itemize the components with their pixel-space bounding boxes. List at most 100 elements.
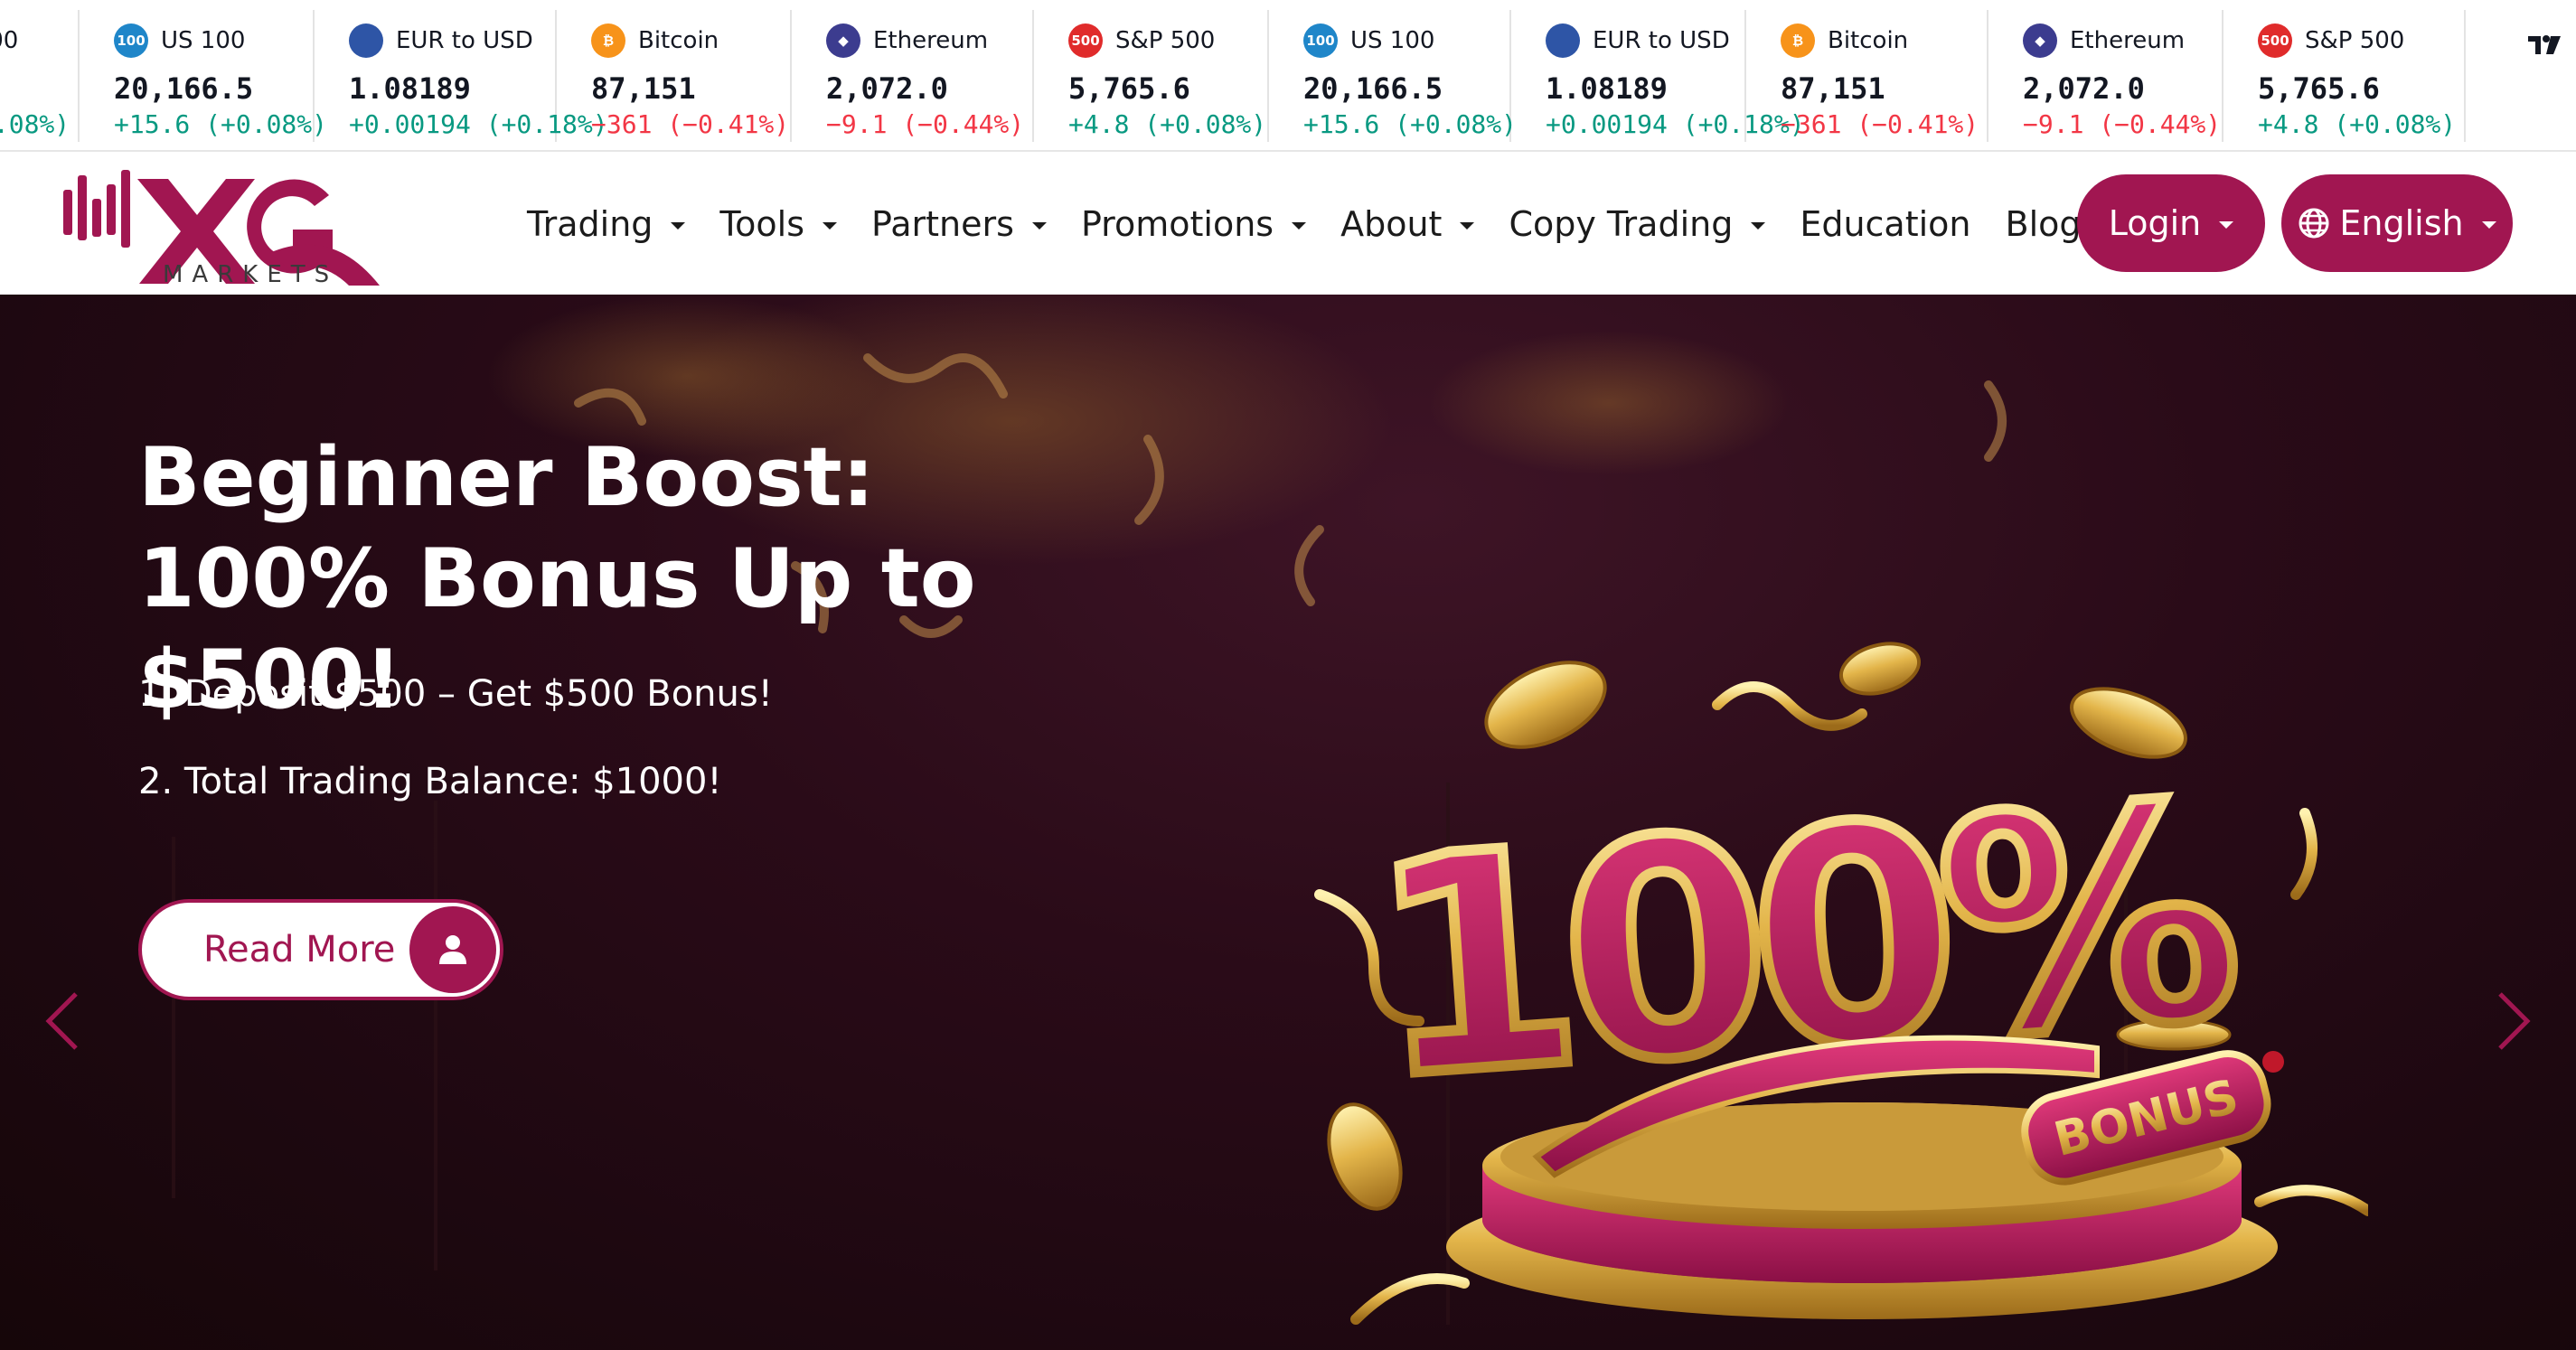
chevron-down-icon: [1751, 222, 1766, 230]
ticker-change: +4.8 (+0.08%): [2258, 109, 2457, 139]
nav-item-label: Tools: [719, 204, 805, 244]
nav-item-label: Blog: [2005, 204, 2082, 244]
sp500-icon: 500: [2258, 23, 2292, 58]
ticker-price: 2,072.0: [2023, 71, 2145, 106]
nav-item-label: About: [1340, 204, 1443, 244]
ticker-symbol-name: Ethereum: [2070, 27, 2186, 54]
ticker-symbol-name: S&P 500: [2305, 27, 2405, 54]
nav-item-trading[interactable]: Trading: [527, 204, 686, 244]
ticker-symbol-name: US 100: [161, 27, 246, 54]
ticker-item[interactable]: 100 US 100 20,166.5 +15.6 (+0.08%): [80, 10, 327, 142]
eur-usd-flag-icon: [1546, 23, 1580, 58]
language-label: English: [2339, 203, 2464, 243]
ticker-symbol-name: S&P 500: [0, 27, 19, 54]
ticker-price: 5,765.6: [2258, 71, 2380, 106]
ticker-change: +4.8 (+0.08%): [1068, 109, 1267, 139]
ticker-item-header: ◆ Ethereum: [2023, 23, 2222, 59]
ticker-item-header: 500 S&P 500: [2258, 23, 2464, 59]
ticker-item[interactable]: ◆ Ethereum 2,072.0 −9.1 (−0.44%): [792, 10, 1034, 142]
globe-icon: [2298, 207, 2330, 239]
ticker-track: 500S&P 5005,765.6+4.8 (+0.08%)100US 1002…: [0, 0, 2466, 150]
chevron-down-icon: [1292, 222, 1307, 230]
ticker-symbol-name: Ethereum: [873, 27, 989, 54]
ticker-item-header: ₿ Bitcoin: [1781, 23, 1987, 59]
market-ticker: 500S&P 5005,765.6+4.8 (+0.08%)100US 1002…: [0, 0, 2576, 152]
eur-usd-flag-icon: [349, 23, 383, 58]
ticker-price: 2,072.0: [826, 71, 948, 106]
nav-item-label: Trading: [527, 204, 653, 244]
xg-markets-logo[interactable]: MARKETS: [61, 163, 387, 294]
ticker-change: +4.8 (+0.08%): [0, 109, 71, 139]
ticker-change: +0.00194 (+0.18%): [1546, 109, 1805, 139]
read-more-button[interactable]: Read More: [138, 899, 503, 1000]
nav-item-label: Education: [1800, 204, 1971, 244]
logo-subtext: MARKETS: [163, 261, 338, 288]
nav-item-partners[interactable]: Partners: [871, 204, 1047, 244]
hero-step-1: 1. Deposit $500 – Get $500 Bonus!: [138, 673, 773, 715]
chevron-down-icon: [2481, 221, 2496, 229]
ticker-item-header: 100 US 100: [1303, 23, 1509, 59]
bonus-promo-artwork: 100% BONUS: [1302, 623, 2374, 1350]
ticker-item-header: ◆ Ethereum: [826, 23, 1032, 59]
bitcoin-icon: ₿: [1781, 23, 1815, 58]
ticker-price: 87,151: [591, 71, 696, 106]
carousel-next-arrow[interactable]: [2486, 985, 2540, 1057]
ethereum-icon: ◆: [826, 23, 860, 58]
nav-item-education[interactable]: Education: [1800, 204, 1970, 244]
ticker-symbol-name: EUR to USD: [1593, 27, 1730, 54]
ticker-change: −361 (−0.41%): [1781, 109, 1979, 139]
ticker-symbol-name: S&P 500: [1115, 27, 1216, 54]
nav-item-copy-trading[interactable]: Copy Trading: [1509, 204, 1766, 244]
us100-icon: 100: [1303, 23, 1338, 58]
chevron-down-icon: [671, 222, 686, 230]
ticker-item[interactable]: ₿ Bitcoin 87,151 −361 (−0.41%): [1746, 10, 1988, 142]
ticker-symbol-name: US 100: [1350, 27, 1435, 54]
nav-item-about[interactable]: About: [1340, 204, 1475, 244]
nav-item-promotions[interactable]: Promotions: [1080, 204, 1307, 244]
user-icon: [409, 906, 496, 993]
ticker-item[interactable]: EUR to USD 1.08189 +0.00194 (+0.18%): [315, 10, 608, 142]
nav-item-label: Promotions: [1080, 204, 1274, 244]
us100-icon: 100: [114, 23, 148, 58]
language-selector[interactable]: English: [2281, 174, 2513, 272]
ticker-item-header: 500S&P 500: [0, 23, 78, 59]
chevron-down-icon: [2219, 221, 2234, 229]
ticker-item-header: EUR to USD: [1546, 23, 1744, 59]
ticker-change: +0.00194 (+0.18%): [349, 109, 608, 139]
ticker-item[interactable]: 500S&P 500 5,765.6+4.8 (+0.08%): [0, 10, 80, 142]
ticker-price: 1.08189: [1546, 71, 1668, 106]
chevron-down-icon: [1460, 222, 1475, 230]
tradingview-icon[interactable]: [2513, 0, 2576, 90]
ticker-price: 1.08189: [349, 71, 471, 106]
nav-item-tools[interactable]: Tools: [719, 204, 838, 244]
ticker-price: 20,166.5: [114, 71, 254, 106]
ticker-change: −9.1 (−0.44%): [2023, 109, 2222, 139]
hero-step-2: 2. Total Trading Balance: $1000!: [138, 761, 722, 802]
ticker-change: +15.6 (+0.08%): [1303, 109, 1518, 139]
ticker-price: 5,765.6: [0, 71, 78, 106]
ticker-symbol-name: EUR to USD: [396, 27, 533, 54]
login-label: Login: [2108, 203, 2202, 243]
ticker-price: 5,765.6: [1068, 71, 1190, 106]
ticker-item[interactable]: 500 S&P 500 5,765.6+4.8 (+0.08%): [1034, 10, 1269, 142]
ticker-item-header: ₿ Bitcoin: [591, 23, 790, 59]
nav-menu: Trading Tools Partners Promotions About Copy …: [527, 197, 2116, 251]
nav-item-label: Copy Trading: [1509, 204, 1734, 244]
bitcoin-icon: ₿: [591, 23, 625, 58]
ticker-item[interactable]: ₿ Bitcoin 87,151 −361 (−0.41%): [557, 10, 792, 142]
ticker-price: 20,166.5: [1303, 71, 1443, 106]
ethereum-icon: ◆: [2023, 23, 2057, 58]
ticker-item[interactable]: EUR to USD 1.08189 +0.00194 (+0.18%): [1511, 10, 1805, 142]
carousel-prev-arrow[interactable]: [36, 985, 90, 1057]
ticker-item-header: 500 S&P 500: [1068, 23, 1267, 59]
ticker-change: −9.1 (−0.44%): [826, 109, 1025, 139]
ticker-item[interactable]: 100 US 100 20,166.5 +15.6 (+0.08%): [1269, 10, 1518, 142]
login-button[interactable]: Login: [2077, 174, 2265, 272]
ticker-item[interactable]: ◆ Ethereum 2,072.0 −9.1 (−0.44%): [1988, 10, 2223, 142]
sp500-icon: 500: [1068, 23, 1103, 58]
ticker-item[interactable]: 500 S&P 500 5,765.6+4.8 (+0.08%): [2223, 10, 2466, 142]
ticker-symbol-name: Bitcoin: [1828, 27, 1909, 54]
nav-item-blog[interactable]: Blog: [2006, 204, 2082, 244]
ticker-change: −361 (−0.41%): [591, 109, 790, 139]
ticker-item-header: EUR to USD: [349, 23, 555, 59]
